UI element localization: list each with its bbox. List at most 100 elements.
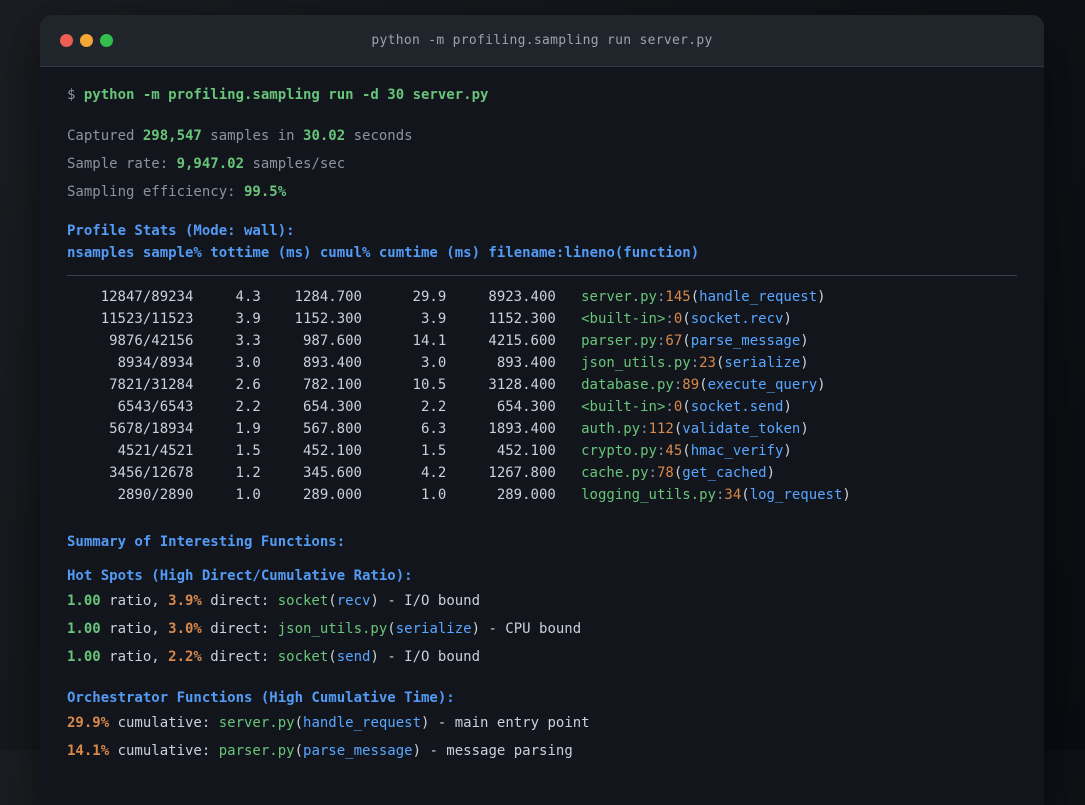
sample-pct-cell: 1.9 [235,421,261,437]
table-divider [67,275,1017,276]
open-paren: ( [682,399,691,415]
captured-label: Captured [67,128,135,144]
line-number: 45 [665,443,683,459]
cumul-pct-cell: 10.5 [412,377,447,393]
terminal-output: $ python -m profiling.sampling run -d 30 … [40,67,1044,765]
efficiency-label: Sampling efficiency: [67,184,236,200]
file-name: <built-in> [581,311,666,327]
direct-label: direct: [210,621,270,637]
orchestrators-title: Orchestrator Functions (High Cumulative … [67,690,455,706]
close-paren: ) [783,399,792,415]
tottime-cell: 1152.300 [294,311,362,327]
minimize-button[interactable] [80,34,93,47]
location-cell: cache.py:78(get_cached) [581,465,775,481]
nsamples-cell: 3456/12678 [109,465,194,481]
direct-pct: 3.9% [168,593,202,609]
sample-pct-cell: 2.6 [235,377,261,393]
stats-table: 12847/89234 4.3 1284.700 29.9 8923.400 server… [67,286,1017,506]
nsamples-cell: 5678/18934 [109,421,194,437]
location-cell: <built-in>:0(socket.send) [581,399,792,415]
tottime-cell: 452.100 [302,443,362,459]
function-name: parse_message [690,333,801,349]
tottime-cell: 289.000 [302,487,362,503]
cumul-pct-cell: 29.9 [412,289,447,305]
file-name: parser.py [581,333,657,349]
tottime-cell: 893.400 [302,355,362,371]
sample-rate-line: Sample rate: 9,947.02 samples/sec [67,150,1017,178]
stats-table-header: nsamples sample% tottime (ms) cumul% cum… [67,245,700,261]
file-name: socket [277,593,329,609]
table-row: 5678/18934 1.9 567.800 6.3 1893.400 auth.py:1… [67,418,1017,440]
ratio-label: ratio, [109,649,160,665]
table-row: 8934/8934 3.0 893.400 3.0 893.400 json_utils.… [67,352,1017,374]
close-paren: ) [471,621,481,637]
function-name: send [336,649,371,665]
note-text: - I/O bound [387,649,481,665]
location-ref: socket(send) [278,649,388,665]
function-name: execute_query [707,377,818,393]
open-paren: ( [682,333,691,349]
cumtime-cell: 1893.400 [488,421,556,437]
open-paren: ( [682,443,691,459]
titlebar: python -m profiling.sampling run server.… [40,15,1044,67]
open-paren: ( [741,487,750,503]
close-paren: ) [370,593,379,609]
tottime-cell: 1284.700 [294,289,362,305]
file-name: crypto.py [581,443,657,459]
function-name: serialize [724,355,801,371]
close-paren: ) [370,649,379,665]
rate-unit: samples/sec [252,156,346,172]
cumulative-label: cumulative: [117,715,211,731]
cumulative-pct: 14.1% [67,743,110,759]
open-paren: ( [690,289,700,305]
colon: : [665,399,674,415]
table-row: 3456/12678 1.2 345.600 4.2 1267.800 cache.py:… [67,462,1017,484]
location-ref: socket(recv) [278,593,388,609]
command-text: python -m profiling.sampling run -d 30 s… [83,87,489,103]
function-name: parse_message [303,743,413,759]
file-name: auth.py [581,421,641,437]
nsamples-cell: 7821/31284 [109,377,194,393]
tottime-cell: 345.600 [302,465,362,481]
captured-samples: 298,547 [142,128,202,144]
shell-prompt: $ [67,87,76,103]
line-number: 145 [665,289,691,305]
open-paren: ( [294,743,304,759]
location-ref: server.py(handle_request) [219,715,438,731]
location-ref: json_utils.py(serialize) [278,621,489,637]
cumtime-cell: 8923.400 [488,289,556,305]
open-paren: ( [387,621,396,637]
note-text: - I/O bound [387,593,481,609]
tottime-cell: 654.300 [302,399,362,415]
nsamples-cell: 4521/4521 [117,443,194,459]
file-name: cache.py [581,465,649,481]
maximize-button[interactable] [100,34,113,47]
hot-spot-item: 1.00 ratio, 3.9% direct: socket(recv) - I/O b… [67,587,1017,615]
table-row: 12847/89234 4.3 1284.700 29.9 8923.400 server… [67,286,1017,308]
function-name: handle_request [303,715,422,731]
file-name: logging_utils.py [581,487,716,503]
nsamples-cell: 8934/8934 [117,355,194,371]
cumulative-label: cumulative: [117,743,211,759]
ratio-value: 1.00 [67,593,101,609]
line-number: 89 [682,377,700,393]
location-cell: database.py:89(execute_query) [581,377,825,393]
close-button[interactable] [60,34,73,47]
orchestrator-item: 14.1% cumulative: parser.py(parse_message)… [67,737,1017,765]
window-title: python -m profiling.sampling run server.… [371,33,713,48]
ratio-label: ratio, [109,621,160,637]
tottime-cell: 782.100 [302,377,362,393]
open-paren: ( [682,311,691,327]
table-row: 9876/42156 3.3 987.600 14.1 4215.600 parser.p… [67,330,1017,352]
direct-label: direct: [210,649,270,665]
cumul-pct-cell: 1.5 [420,443,447,459]
sample-pct-cell: 1.5 [235,443,261,459]
cumtime-cell: 1267.800 [488,465,556,481]
close-paren: ) [421,715,430,731]
nsamples-cell: 12847/89234 [100,289,194,305]
function-name: socket.send [690,399,784,415]
orchestrators-list: 29.9% cumulative: server.py(handle_request… [67,709,1017,765]
efficiency-line: Sampling efficiency: 99.5% [67,178,1017,206]
file-name: server.py [581,289,657,305]
sample-pct-cell: 4.3 [235,289,261,305]
